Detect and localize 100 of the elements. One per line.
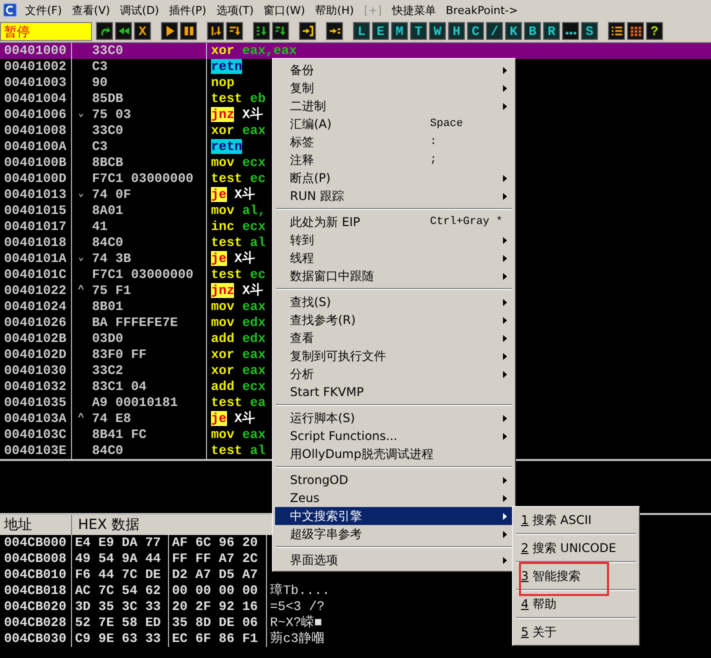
menu-item[interactable]: 运行脚本(S) [275,409,513,427]
hex-cell: C3 [92,139,108,155]
instruction-cell: inc ecx [211,219,266,234]
menu-item[interactable]: 中文搜索引擎 [275,507,513,525]
menu-item[interactable]: 注释 ; [275,151,513,169]
close-button[interactable]: X [134,22,151,40]
hex-cell: FF FF A7 2C [172,551,258,566]
hex-cell: 75 03 [92,107,132,123]
letter-button[interactable]: / [486,22,503,40]
instruction-cell: mov al, [211,203,266,218]
letter-button[interactable]: M [391,22,408,40]
menu-item[interactable]: 界面选项 [275,551,513,569]
menu-item[interactable]: 备份 [275,61,513,79]
menu-item[interactable]: 超级字串参考 [275,525,513,543]
menu-item[interactable]: BreakPoint-> [446,4,518,16]
menu-item[interactable]: 帮助(H) [315,2,354,18]
rewind-icon[interactable] [115,22,132,40]
arrow-dots-icon[interactable] [326,22,343,40]
triangle-icon [503,174,507,182]
arrow-bracket-icon[interactable] [299,22,316,40]
instruction-cell: jnz X斗 [211,283,264,298]
menu-item[interactable]: 复制到可执行文件 [275,347,513,365]
menu-item[interactable]: 用OllyDump脱壳调试进程 [275,445,513,463]
address-cell: 00401024 [4,299,66,314]
step-into-icon[interactable] [207,22,224,40]
menu-item[interactable]: 4 帮助 [515,593,637,615]
instruction-cell: jnz X斗 [211,107,264,122]
dots-icon[interactable] [562,22,579,40]
letter-button[interactable]: C [467,22,484,40]
menu-item[interactable]: 断点(P) [275,169,513,187]
hex-cell: 75 F1 [92,283,132,299]
menu-item[interactable]: 快捷菜单 [392,2,436,18]
triangle-icon [503,476,507,484]
menu-item[interactable]: Script Functions... [275,427,513,445]
column-header[interactable]: 地址 [0,515,72,535]
hex-cell: 84C0 [92,443,124,459]
menu-item[interactable]: 5 关于 [515,621,637,643]
menu-item[interactable]: 2 搜索 UNICODE [515,537,637,559]
letter-button[interactable]: L [353,22,370,40]
hex-cell: 00 00 00 00 [172,583,258,598]
letter-button[interactable]: K [505,22,522,40]
jump-marker: ^ [78,413,84,424]
menu-item[interactable]: 调试(D) [120,2,160,18]
hex-cell: 74 E8 [92,411,132,427]
menu-item[interactable]: 插件(P) [169,2,206,18]
menu-item[interactable]: 标签 : [275,133,513,151]
instruction-cell: mov eax [211,299,266,314]
menu-item[interactable]: 窗口(W) [264,2,306,18]
letter-button[interactable]: T [410,22,427,40]
menu-item[interactable]: StrongOD [275,471,513,489]
play-icon[interactable] [161,22,178,40]
help-button[interactable]: ? [646,22,663,40]
menu-item[interactable]: 复制 [275,79,513,97]
letter-button[interactable]: S [581,22,598,40]
trace-over-icon[interactable] [272,22,289,40]
menu-item[interactable]: 文件(F) [25,2,62,18]
list-icon[interactable] [608,22,625,40]
menu-item[interactable]: 查找(S) [275,293,513,311]
code-row[interactable]: 00401000 33C0 xor eax,eax [0,43,711,59]
menu-item[interactable]: 3 智能搜索 [515,565,637,587]
menu-item[interactable]: RUN 跟踪 [275,187,513,205]
app-icon [3,3,17,17]
letter-button[interactable]: R [543,22,560,40]
letter-button[interactable]: W [429,22,446,40]
hex-cell: EC 6F 86 F1 [172,631,258,646]
hex-cell: AC 7C 54 62 [75,583,161,598]
instruction-cell: add edx [211,331,266,346]
instruction-cell: test eb [211,91,266,106]
triangle-icon [503,272,507,280]
letter-button[interactable]: E [372,22,389,40]
instruction-cell: test al [211,235,266,250]
letter-button[interactable]: H [448,22,465,40]
menu-item[interactable]: 线程 [275,249,513,267]
address-cell: 004CB018 [4,583,66,598]
address-cell: 00401026 [4,315,66,330]
trace-into-icon[interactable] [253,22,270,40]
triangle-icon [503,84,507,92]
address-cell: 00401018 [4,235,66,250]
instruction-cell: mov ecx [211,155,266,170]
letter-button[interactable]: B [524,22,541,40]
instruction-cell: test ea [211,395,266,410]
menu-item[interactable]: 分析 [275,365,513,383]
menu-item[interactable]: 此处为新 EIP Ctrl+Gray * [275,213,513,231]
step-over-icon[interactable] [226,22,243,40]
menu-item[interactable]: Zeus [275,489,513,507]
menu-item[interactable]: 查看 [275,329,513,347]
address-cell: 0040102B [4,331,66,346]
menu-item[interactable]: 转到 [275,231,513,249]
address-cell: 00401015 [4,203,66,218]
menu-item[interactable]: 查看(V) [72,2,110,18]
menu-item[interactable]: 汇编(A) Space [275,115,513,133]
menu-item[interactable]: 1 搜索 ASCII [515,509,637,531]
pause-icon[interactable] [180,22,197,40]
menu-item[interactable]: 选项(T) [216,2,254,18]
menu-item[interactable]: 查找参考(R) [275,311,513,329]
address-cell: 00401004 [4,91,66,106]
menu-item[interactable]: 二进制 [275,97,513,115]
grid-icon[interactable] [627,22,644,40]
triangle-icon [503,432,507,440]
menu-item[interactable]: 数据窗口中跟随 [275,267,513,285]
